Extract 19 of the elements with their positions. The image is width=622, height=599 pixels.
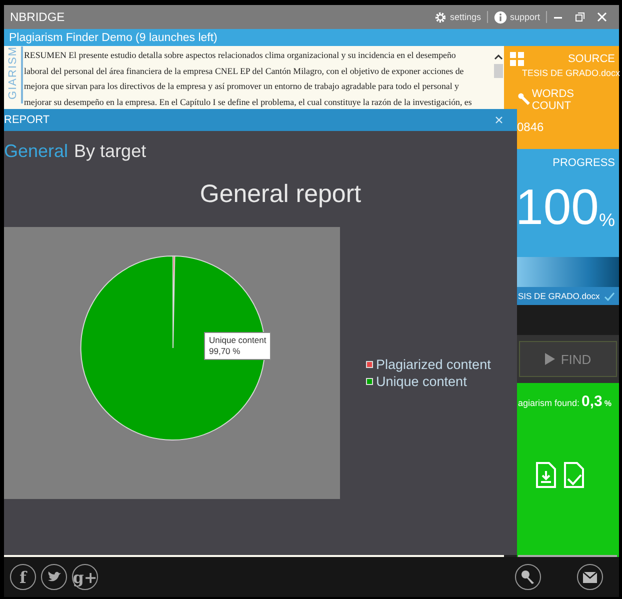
words-count-heading: WORDS COUNT [532, 88, 575, 112]
source-heading: SOURCE [568, 53, 615, 65]
result-label: agiarism found: [518, 398, 580, 408]
report-heading: General report [198, 180, 362, 209]
percent-sign: % [598, 210, 615, 232]
legend-label: Unique content [376, 374, 467, 389]
report-title: REPORT [4, 114, 50, 126]
file-name: SIS DE GRADO.docx [518, 291, 600, 301]
document-text: RESUMEN El presente estudio detalla sobre aspectos relacionados clima organizacional y su incidencia en el desempeño laboral del personal del área financiera de la empresa CNEL EP del Cantón Milagro, con el objetivo de exponer acciones de mejora que sirvan para los directivos de la empresa y así promover un entorno de trabajo agradable para todo el personal y mejorar su desempeño en la empresa. En el Capítulo I se define el problema, el cual constituye la razón de la investigación, es [24, 49, 473, 109]
legend-label: Plagiarized content [376, 357, 491, 372]
banner-text: Plagiarism Finder Demo (9 launches left) [4, 29, 619, 46]
data-label: Unique content 99,70 % [204, 332, 272, 360]
progress-heading: PROGRESS [552, 157, 616, 169]
progress-value: 100 [516, 178, 599, 237]
result-unit: % [604, 399, 612, 408]
side-label: GIARISM [6, 46, 22, 104]
window-title: NBRIDGE [10, 10, 66, 24]
result-value: 0,3 [582, 393, 602, 410]
words-count-value: 0846 [516, 120, 545, 134]
